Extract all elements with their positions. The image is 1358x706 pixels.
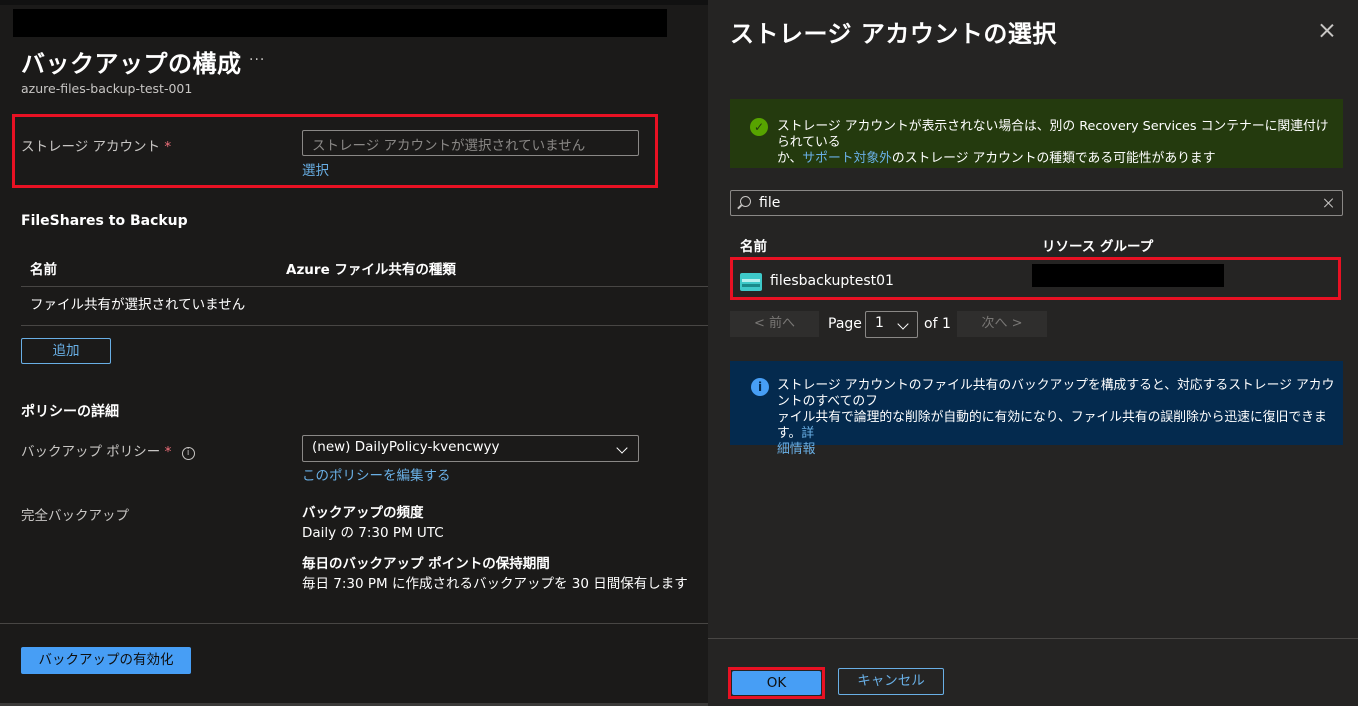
frequency-value: Daily の 7:30 PM UTC (302, 525, 444, 541)
page-total: of 1 (924, 316, 951, 332)
check-circle-icon: ✓ (750, 118, 768, 136)
more-options-icon[interactable]: ··· (249, 52, 265, 68)
blade-footer-divider (708, 638, 1358, 639)
chevron-down-icon (616, 442, 628, 454)
success-message-text: ストレージ アカウントが表示されない場合は、別の Recovery Servic… (777, 119, 1333, 167)
add-fileshare-button[interactable]: 追加 (21, 338, 111, 364)
required-marker: * (164, 444, 172, 460)
page-title: バックアップの構成 (21, 50, 242, 78)
edit-policy-link[interactable]: このポリシーを編集する (302, 464, 451, 484)
fileshares-col-type: Azure ファイル共有の種類 (286, 262, 456, 278)
redacted-breadcrumb (13, 9, 667, 37)
enable-backup-button[interactable]: バックアップの有効化 (21, 647, 191, 674)
storage-col-resource-group: リソース グループ (1042, 239, 1154, 255)
chevron-down-icon (897, 318, 909, 330)
info-message-text: ストレージ アカウントのファイル共有のバックアップを構成すると、対応するストレー… (777, 378, 1337, 458)
storage-account-label-text: ストレージ アカウント (21, 139, 161, 155)
info-message: i ストレージ アカウントのファイル共有のバックアップを構成すると、対応するスト… (730, 361, 1343, 457)
prev-page-button[interactable]: < 前へ (730, 311, 819, 337)
footer-divider (0, 623, 708, 624)
retention-value: 毎日 7:30 PM に作成されるバックアップを 30 日間保有します (302, 576, 688, 592)
top-bar (0, 0, 708, 5)
learn-more-link-cont[interactable]: 細情報 (777, 442, 815, 457)
redacted-resource-group (1032, 264, 1224, 287)
unsupported-link[interactable]: サポート対象外 (802, 151, 892, 166)
fileshares-section-title: FileShares to Backup (21, 213, 188, 229)
success-text-1: ストレージ アカウントが表示されない場合は、別の Recovery Servic… (777, 119, 1329, 150)
configure-backup-pane: バックアップの構成 ··· azure-files-backup-test-00… (0, 0, 708, 706)
page-select-value: 1 (875, 315, 884, 331)
fileshares-header-divider (21, 286, 708, 287)
info-circle-icon: i (751, 378, 769, 396)
fileshares-row-divider (21, 325, 708, 326)
success-message: ✓ ストレージ アカウントが表示されない場合は、別の Recovery Serv… (730, 99, 1343, 168)
policy-section-title: ポリシーの詳細 (21, 404, 119, 420)
info-text-1: ストレージ アカウントのファイル共有のバックアップを構成すると、対応するストレー… (777, 378, 1335, 409)
search-icon (740, 196, 751, 207)
page-label: Page (828, 316, 862, 332)
blade-title: ストレージ アカウントの選択 (730, 20, 1057, 48)
select-storage-link[interactable]: 選択 (302, 159, 329, 179)
table-row[interactable]: filesbackuptest01 (733, 260, 1338, 297)
required-marker: * (164, 139, 172, 155)
info-text-2: ァイル共有で論理的な削除が自動的に有効になり、ファイル共有の誤削除から迅速に復旧… (777, 410, 1327, 441)
backup-policy-selected: (new) DailyPolicy-kvencwyy (312, 439, 500, 455)
storage-account-name: filesbackuptest01 (770, 273, 894, 289)
backup-policy-label-text: バックアップ ポリシー (21, 444, 161, 460)
close-icon[interactable] (1316, 20, 1338, 42)
storage-account-input[interactable]: ストレージ アカウントが選択されていません (302, 130, 639, 156)
cancel-button[interactable]: キャンセル (838, 668, 944, 695)
fileshares-empty-text: ファイル共有が選択されていません (30, 297, 246, 313)
backup-policy-label: バックアップ ポリシー * i (21, 440, 195, 460)
frequency-title: バックアップの頻度 (302, 505, 424, 521)
retention-title: 毎日のバックアップ ポイントの保持期間 (302, 556, 550, 572)
success-text-3: のストレージ アカウントの種類である可能性があります (891, 151, 1216, 166)
full-backup-label: 完全バックアップ (21, 508, 129, 524)
learn-more-link[interactable]: 詳 (801, 426, 814, 441)
select-storage-blade: ストレージ アカウントの選択 ✓ ストレージ アカウントが表示されない場合は、別… (708, 0, 1358, 706)
storage-account-label: ストレージ アカウント * (21, 135, 171, 155)
storage-account-icon (740, 273, 762, 291)
storage-account-placeholder: ストレージ アカウントが選択されていません (312, 138, 586, 154)
page-select[interactable]: 1 (865, 311, 918, 338)
page-subtitle: azure-files-backup-test-001 (21, 81, 193, 96)
ok-button[interactable]: OK (732, 671, 821, 695)
search-value: file (759, 195, 781, 211)
info-icon[interactable]: i (181, 447, 195, 460)
fileshares-col-name: 名前 (30, 262, 57, 278)
storage-col-name: 名前 (740, 239, 767, 255)
success-text-2: か、 (777, 151, 803, 166)
next-page-button[interactable]: 次へ > (957, 311, 1047, 337)
clear-search-icon[interactable] (1322, 196, 1336, 210)
search-input[interactable]: file (730, 190, 1343, 216)
backup-policy-dropdown[interactable]: (new) DailyPolicy-kvencwyy (302, 435, 639, 462)
